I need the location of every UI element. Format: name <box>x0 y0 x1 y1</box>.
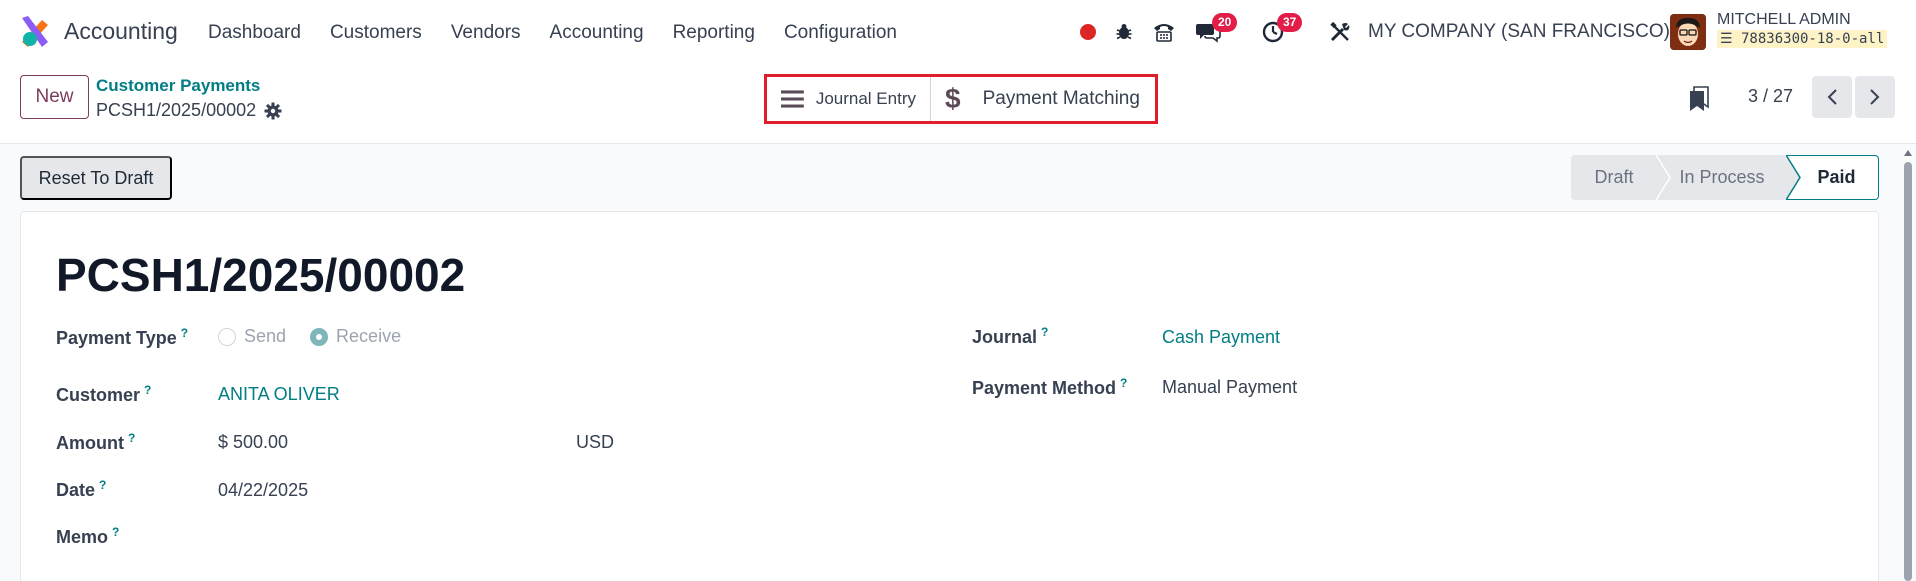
journal-label-text: Journal <box>972 327 1038 347</box>
date-field[interactable]: 04/22/2025 <box>218 480 308 501</box>
vertical-scrollbar[interactable] <box>1903 148 1913 581</box>
chevron-left-icon <box>1827 89 1837 105</box>
pager-value[interactable]: 3 / 27 <box>1748 86 1793 107</box>
main-menu: Dashboard Customers Vendors Accounting R… <box>208 22 926 44</box>
stage-draft-label: Draft <box>1594 167 1634 187</box>
form-sheet: PCSH1/2025/00002 Payment Type? Send Rece… <box>20 211 1879 581</box>
menu-dashboard[interactable]: Dashboard <box>208 22 301 44</box>
payment-type-label-text: Payment Type <box>56 328 177 348</box>
activities-count-badge: 37 <box>1277 13 1303 32</box>
currency-field[interactable]: USD <box>576 432 614 453</box>
menu-vendors[interactable]: Vendors <box>451 22 521 44</box>
stage-draft[interactable]: Draft <box>1571 155 1671 200</box>
control-panel: New Customer Payments PCSH1/2025/00002 J… <box>0 64 1916 144</box>
phone-icon[interactable] <box>1152 0 1176 64</box>
scroll-up-arrow-icon[interactable] <box>1903 148 1913 158</box>
memo-help-icon[interactable]: ? <box>112 525 119 539</box>
activities-clock-icon[interactable] <box>1262 0 1284 64</box>
amount-label: Amount? <box>56 431 135 454</box>
smart-buttons-highlight: Journal Entry $ Payment Matching <box>764 74 1158 124</box>
radio-send-label: Send <box>244 326 287 346</box>
gear-icon[interactable] <box>264 102 282 120</box>
payment-method-help-icon[interactable]: ? <box>1120 376 1127 390</box>
accounting-app-logo-icon[interactable] <box>20 16 50 48</box>
recording-indicator-icon[interactable] <box>1080 0 1096 64</box>
radio-send[interactable] <box>218 327 236 346</box>
date-help-icon[interactable]: ? <box>99 478 106 492</box>
breadcrumb-customer-payments[interactable]: Customer Payments <box>96 76 260 96</box>
pager-next-button[interactable] <box>1855 76 1895 118</box>
customer-label-text: Customer <box>56 385 141 405</box>
menu-accounting[interactable]: Accounting <box>550 22 644 44</box>
memo-label-text: Memo <box>56 527 109 547</box>
messages-chat-icon[interactable] <box>1195 0 1221 64</box>
amount-help-icon[interactable]: ? <box>128 431 135 445</box>
menu-customers[interactable]: Customers <box>330 22 422 44</box>
amount-label-text: Amount <box>56 433 124 453</box>
journal-field[interactable]: Cash Payment <box>1162 327 1280 348</box>
customer-label: Customer? <box>56 383 151 406</box>
status-bar: Draft In Process Paid <box>1571 155 1879 200</box>
hamburger-list-icon <box>781 90 804 108</box>
journal-entry-button[interactable]: Journal Entry <box>767 77 931 121</box>
pager-previous-button[interactable] <box>1812 76 1852 118</box>
menu-configuration[interactable]: Configuration <box>784 22 897 44</box>
bookmarks-icon[interactable] <box>1688 86 1710 112</box>
customer-help-icon[interactable]: ? <box>144 383 151 397</box>
debug-bug-icon[interactable] <box>1114 0 1134 64</box>
top-navbar: Accounting Dashboard Customers Vendors A… <box>0 0 1916 64</box>
customer-field[interactable]: ANITA OLIVER <box>218 384 340 405</box>
database-icon: ☰ <box>1720 31 1733 47</box>
payment-method-label: Payment Method? <box>972 376 1127 399</box>
breadcrumb-current-label: PCSH1/2025/00002 <box>96 100 257 120</box>
date-label: Date? <box>56 478 106 501</box>
payment-type-label: Payment Type? <box>56 326 188 349</box>
chevron-right-icon <box>1870 89 1880 105</box>
journal-label: Journal? <box>972 325 1048 348</box>
database-name: 78836300-18-0-all <box>1741 31 1885 47</box>
payment-type-radio-group: Send Receive <box>218 326 401 347</box>
company-switcher[interactable]: MY COMPANY (SAN FRANCISCO) <box>1368 21 1670 43</box>
amount-field[interactable]: $ 500.00 <box>218 432 288 453</box>
reset-to-draft-button[interactable]: Reset To Draft <box>20 156 172 200</box>
payment-method-field[interactable]: Manual Payment <box>1162 377 1297 398</box>
breadcrumb-current-record: PCSH1/2025/00002 <box>96 100 282 121</box>
new-button[interactable]: New <box>20 75 89 119</box>
stage-separator <box>1786 155 1801 200</box>
scrollbar-thumb[interactable] <box>1904 162 1912 581</box>
journal-entry-label: Journal Entry <box>815 89 916 108</box>
app-name[interactable]: Accounting <box>64 18 178 45</box>
database-tag: ☰ 78836300-18-0-all <box>1717 30 1888 48</box>
record-title: PCSH1/2025/00002 <box>56 249 466 301</box>
stage-paid-label: Paid <box>1817 167 1856 187</box>
tools-icon[interactable] <box>1329 0 1351 64</box>
radio-receive[interactable] <box>310 327 329 346</box>
messages-count-badge: 20 <box>1212 13 1238 32</box>
journal-help-icon[interactable]: ? <box>1041 325 1048 339</box>
stage-in-process[interactable]: In Process <box>1657 155 1801 200</box>
user-avatar[interactable] <box>1670 14 1706 50</box>
payment-matching-button[interactable]: $ Payment Matching <box>931 77 1155 121</box>
radio-receive-label: Receive <box>336 326 402 346</box>
dollar-icon: $ <box>945 83 961 114</box>
user-name[interactable]: MITCHELL ADMIN <box>1717 11 1851 29</box>
menu-reporting[interactable]: Reporting <box>673 22 755 44</box>
memo-label: Memo? <box>56 525 119 548</box>
payment-type-help-icon[interactable]: ? <box>181 326 188 340</box>
stage-separator <box>1656 155 1671 200</box>
date-label-text: Date <box>56 480 96 500</box>
payment-matching-label: Payment Matching <box>982 88 1140 109</box>
payment-method-label-text: Payment Method <box>972 378 1117 398</box>
stage-in-process-label: In Process <box>1679 167 1765 187</box>
